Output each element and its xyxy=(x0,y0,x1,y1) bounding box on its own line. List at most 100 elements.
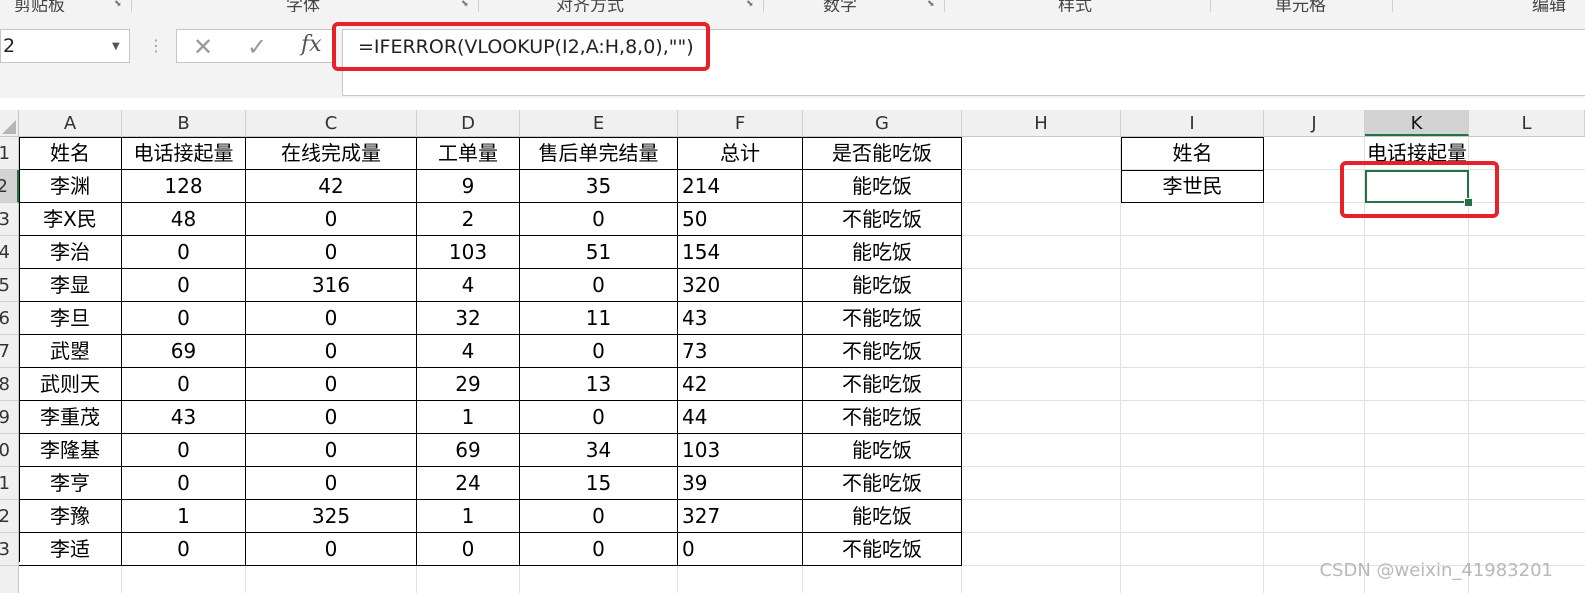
table-cell[interactable]: 0 xyxy=(520,500,678,533)
table-cell[interactable]: 42 xyxy=(246,170,417,203)
grip-icon[interactable]: ⋮ xyxy=(148,36,164,55)
dialog-launcher-icon[interactable]: ⬊ xyxy=(927,0,935,9)
table-cell[interactable]: 128 xyxy=(122,170,246,203)
enter-icon[interactable]: ✓ xyxy=(247,33,267,61)
column-header-a[interactable]: A xyxy=(19,110,122,136)
table-cell[interactable]: 2 xyxy=(417,203,520,236)
table-cell[interactable]: 李治 xyxy=(19,236,122,269)
table-cell[interactable]: 44 xyxy=(678,401,803,434)
table-cell[interactable]: 不能吃饭 xyxy=(803,467,962,500)
table-cell[interactable]: 320 xyxy=(678,269,803,302)
lookup-value-cell[interactable]: 李世民 xyxy=(1121,170,1264,203)
table-header-cell[interactable]: 是否能吃饭 xyxy=(803,137,962,170)
table-cell[interactable]: 李渊 xyxy=(19,170,122,203)
table-cell[interactable]: 不能吃饭 xyxy=(803,401,962,434)
table-cell[interactable]: 32 xyxy=(417,302,520,335)
table-cell[interactable]: 0 xyxy=(520,335,678,368)
table-cell[interactable]: 42 xyxy=(678,368,803,401)
table-cell[interactable]: 11 xyxy=(520,302,678,335)
table-cell[interactable]: 武曌 xyxy=(19,335,122,368)
table-cell[interactable]: 325 xyxy=(246,500,417,533)
column-header-h[interactable]: H xyxy=(962,110,1121,136)
table-cell[interactable]: 能吃饭 xyxy=(803,236,962,269)
row-header[interactable] xyxy=(0,566,19,593)
table-cell[interactable]: 51 xyxy=(520,236,678,269)
table-header-cell[interactable]: 在线完成量 xyxy=(246,137,417,170)
table-cell[interactable]: 43 xyxy=(122,401,246,434)
chevron-down-icon[interactable]: ▼ xyxy=(112,41,120,52)
table-cell[interactable]: 0 xyxy=(246,335,417,368)
table-cell[interactable]: 0 xyxy=(520,533,678,566)
table-cell[interactable]: 李适 xyxy=(19,533,122,566)
table-cell[interactable]: 不能吃饭 xyxy=(803,203,962,236)
dialog-launcher-icon[interactable]: ⬊ xyxy=(746,0,754,9)
table-cell[interactable]: 1 xyxy=(122,500,246,533)
table-cell[interactable]: 能吃饭 xyxy=(803,269,962,302)
select-all-button[interactable] xyxy=(0,110,19,136)
table-cell[interactable]: 李X民 xyxy=(19,203,122,236)
table-cell[interactable]: 1 xyxy=(417,401,520,434)
table-header-cell[interactable]: 工单量 xyxy=(417,137,520,170)
table-header-cell[interactable]: 售后单完结量 xyxy=(520,137,678,170)
column-header-b[interactable]: B xyxy=(122,110,246,136)
column-header-k[interactable]: K xyxy=(1365,110,1469,136)
table-cell[interactable]: 李显 xyxy=(19,269,122,302)
lookup-header-cell[interactable]: 姓名 xyxy=(1121,137,1264,170)
table-cell[interactable]: 15 xyxy=(520,467,678,500)
row-header[interactable]: 1 xyxy=(0,137,19,170)
table-cell[interactable]: 73 xyxy=(678,335,803,368)
table-cell[interactable]: 李重茂 xyxy=(19,401,122,434)
row-header[interactable]: 9 xyxy=(0,401,19,434)
table-cell[interactable]: 0 xyxy=(246,368,417,401)
table-cell[interactable]: 能吃饭 xyxy=(803,170,962,203)
row-header[interactable]: 3 xyxy=(0,533,19,566)
table-cell[interactable]: 69 xyxy=(417,434,520,467)
table-cell[interactable]: 不能吃饭 xyxy=(803,533,962,566)
table-cell[interactable]: 69 xyxy=(122,335,246,368)
table-cell[interactable]: 武则天 xyxy=(19,368,122,401)
table-cell[interactable]: 103 xyxy=(678,434,803,467)
table-cell[interactable]: 不能吃饭 xyxy=(803,335,962,368)
dialog-launcher-icon[interactable]: ⬊ xyxy=(461,0,469,9)
table-cell[interactable]: 103 xyxy=(417,236,520,269)
dialog-launcher-icon[interactable]: ⬊ xyxy=(114,0,122,9)
row-header[interactable]: 1 xyxy=(0,467,19,500)
table-cell[interactable]: 0 xyxy=(122,302,246,335)
table-cell[interactable]: 29 xyxy=(417,368,520,401)
row-header[interactable]: 4 xyxy=(0,236,19,269)
worksheet-grid[interactable]: ABCDEFGHIJKL 1234567890123 姓名电话接起量在线完成量工… xyxy=(0,98,1585,593)
row-header[interactable]: 2 xyxy=(0,500,19,533)
table-cell[interactable]: 1 xyxy=(417,500,520,533)
table-cell[interactable]: 0 xyxy=(246,236,417,269)
column-header-g[interactable]: G xyxy=(803,110,962,136)
table-cell[interactable]: 0 xyxy=(246,302,417,335)
table-cell[interactable]: 0 xyxy=(520,269,678,302)
table-header-cell[interactable]: 总计 xyxy=(678,137,803,170)
column-header-i[interactable]: I xyxy=(1121,110,1264,136)
row-header[interactable]: 2 xyxy=(0,170,19,203)
row-header[interactable]: 0 xyxy=(0,434,19,467)
table-cell[interactable]: 214 xyxy=(678,170,803,203)
insert-function-icon[interactable]: fx xyxy=(301,32,322,57)
table-cell[interactable]: 0 xyxy=(122,467,246,500)
table-cell[interactable]: 李隆基 xyxy=(19,434,122,467)
row-header[interactable]: 6 xyxy=(0,302,19,335)
table-cell[interactable]: 0 xyxy=(122,236,246,269)
column-header-j[interactable]: J xyxy=(1264,110,1365,136)
table-cell[interactable]: 李亨 xyxy=(19,467,122,500)
table-cell[interactable]: 0 xyxy=(246,467,417,500)
table-cell[interactable]: 9 xyxy=(417,170,520,203)
table-cell[interactable]: 35 xyxy=(520,170,678,203)
table-cell[interactable]: 0 xyxy=(246,533,417,566)
table-header-cell[interactable]: 电话接起量 xyxy=(122,137,246,170)
table-cell[interactable]: 0 xyxy=(122,269,246,302)
row-header[interactable]: 8 xyxy=(0,368,19,401)
table-cell[interactable]: 0 xyxy=(520,203,678,236)
table-cell[interactable]: 0 xyxy=(246,203,417,236)
table-cell[interactable]: 39 xyxy=(678,467,803,500)
table-cell[interactable]: 能吃饭 xyxy=(803,434,962,467)
table-cell[interactable]: 0 xyxy=(417,533,520,566)
table-cell[interactable]: 0 xyxy=(246,434,417,467)
table-cell[interactable]: 4 xyxy=(417,335,520,368)
row-header[interactable]: 7 xyxy=(0,335,19,368)
